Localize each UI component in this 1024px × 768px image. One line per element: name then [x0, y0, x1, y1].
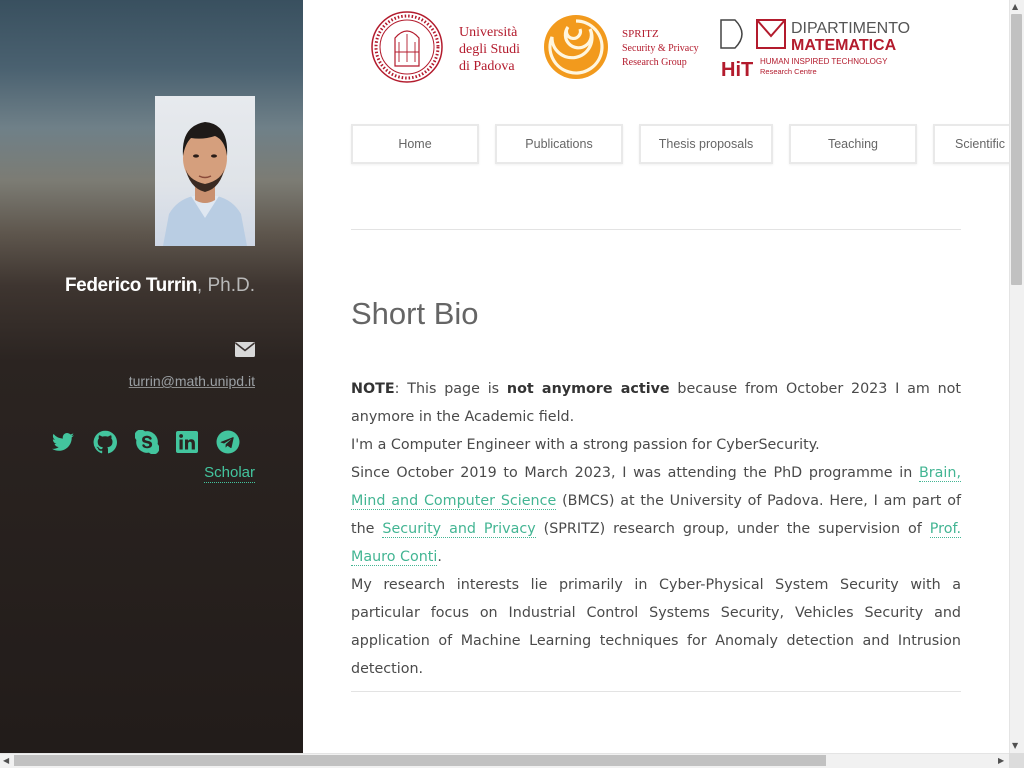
- name-text: Federico Turrin: [64, 275, 197, 296]
- hit-logo-line2: Research Centre: [760, 67, 817, 76]
- nav-home-button[interactable]: Home: [351, 124, 479, 164]
- spritz-logo-line2: Security & Privacy: [622, 43, 699, 54]
- unipd-logo-line3: di Padova: [459, 59, 515, 74]
- envelope-icon[interactable]: [235, 342, 255, 357]
- divider: [351, 229, 961, 230]
- nav-thesis-proposals-button[interactable]: Thesis proposals: [639, 124, 773, 164]
- bio-paragraph-phd: Since October 2019 to March 2023, I was …: [351, 459, 961, 571]
- twitter-icon[interactable]: [51, 430, 75, 454]
- short-bio-heading: Short Bio: [351, 296, 479, 331]
- note-bold: not anymore active: [506, 381, 670, 397]
- bio-note: NOTE: This page is not anymore active be…: [351, 375, 961, 431]
- affiliation-logos: Università degli Studi di Padova SPRITZ …: [371, 11, 910, 83]
- skype-icon[interactable]: [135, 430, 159, 454]
- linkedin-icon[interactable]: [175, 430, 199, 454]
- hit-logo-line1: HUMAN INSPIRED TECHNOLOGY: [760, 57, 888, 66]
- unipd-logo-line1: Università: [459, 25, 518, 40]
- bio-line-2: I'm a Computer Engineer with a strong pa…: [351, 437, 820, 453]
- dm-logo-line1: DIPARTIMENTO: [791, 20, 910, 37]
- spritz-logo-line3: Research Group: [622, 57, 687, 68]
- spritz-link[interactable]: Security and Privacy: [382, 521, 536, 538]
- spritz-logo-line1: SPRITZ: [622, 28, 659, 40]
- phd-text-a: Since October 2019 to March 2023, I was …: [351, 465, 919, 481]
- github-icon[interactable]: [93, 430, 117, 454]
- name-title-suffix: , Ph.D.: [196, 275, 255, 296]
- scroll-up-arrow-icon[interactable]: ▲: [1012, 3, 1018, 11]
- profile-photo: [155, 96, 255, 246]
- email-link[interactable]: turrin@math.unipd.it: [129, 373, 255, 389]
- unipd-logo-line2: degli Studi: [459, 42, 520, 57]
- scholar-link[interactable]: Scholar: [204, 464, 255, 483]
- profile-name: Federico Turrin, Ph.D.: [65, 275, 255, 297]
- scroll-right-arrow-icon[interactable]: ▶: [998, 757, 1004, 765]
- math-department-icon: [720, 19, 786, 49]
- main-nav: Home Publications Thesis proposals Teach…: [351, 124, 1009, 166]
- hit-logo-mark: HiT: [721, 59, 753, 81]
- scrollbar-corner: [1009, 753, 1024, 768]
- sidebar: Federico Turrin, Ph.D. turrin@math.unipd…: [0, 0, 303, 753]
- bio-research-interests: My research interests lie primarily in C…: [351, 577, 961, 677]
- phd-text-c: (SPRITZ) research group, under the super…: [535, 521, 930, 537]
- telegram-icon[interactable]: [216, 430, 240, 454]
- nav-scientific-button[interactable]: Scientific S: [933, 124, 1009, 164]
- horizontal-scrollbar-thumb[interactable]: [14, 755, 826, 766]
- vertical-scrollbar-thumb[interactable]: [1011, 14, 1022, 285]
- main-content: Università degli Studi di Padova SPRITZ …: [303, 0, 1009, 753]
- divider: [351, 691, 961, 692]
- nav-teaching-button[interactable]: Teaching: [789, 124, 917, 164]
- unipd-seal-icon: [371, 11, 443, 83]
- short-bio-text: NOTE: This page is not anymore active be…: [351, 375, 961, 683]
- note-label: NOTE: [351, 381, 395, 397]
- dm-logo-line2: MATEMATICA: [791, 37, 897, 54]
- phd-text-d: .: [437, 549, 442, 565]
- scroll-left-arrow-icon[interactable]: ◀: [3, 757, 9, 765]
- spritz-swirl-icon: [544, 15, 608, 79]
- nav-publications-button[interactable]: Publications: [495, 124, 623, 164]
- scroll-down-arrow-icon[interactable]: ▼: [1012, 742, 1018, 750]
- note-text-1: : This page is: [394, 381, 507, 397]
